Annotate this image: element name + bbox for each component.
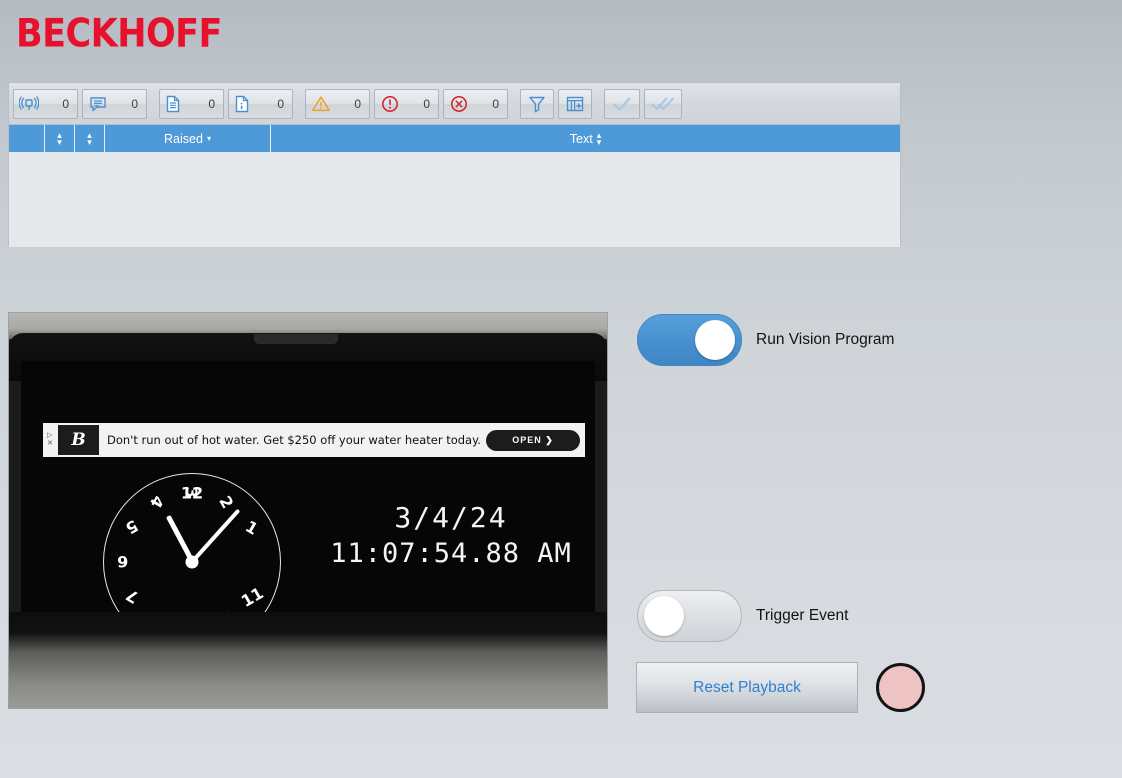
beckhoff-logo: BECKHOFF bbox=[16, 10, 222, 57]
toolbar-count: 0 bbox=[131, 96, 138, 111]
sort-desc-icon: ▾ bbox=[206, 134, 211, 143]
ad-controls-icon: ▷ ✕ bbox=[47, 432, 53, 447]
toolbar-button-filter[interactable] bbox=[520, 88, 554, 119]
toolbar-button-errors[interactable]: 0 bbox=[374, 88, 439, 119]
trigger-event-control: Trigger Event bbox=[637, 590, 848, 642]
vision-image-view[interactable]: ▷ ✕ B Don't run out of hot water. Get $25… bbox=[8, 312, 608, 709]
clock-center-hub bbox=[185, 555, 199, 569]
toggle-knob bbox=[644, 596, 684, 636]
message-bubble-icon bbox=[88, 95, 108, 113]
toolbar-count: 0 bbox=[423, 96, 430, 111]
ad-text: Don't run out of hot water. Get $250 off… bbox=[107, 433, 481, 447]
grid-column-sort-1[interactable]: ▴ ▾ bbox=[45, 125, 75, 152]
broadcast-icon bbox=[19, 95, 39, 113]
surface-background bbox=[9, 612, 607, 708]
ad-banner[interactable]: ▷ ✕ B Don't run out of hot water. Get $25… bbox=[43, 423, 585, 457]
toggle-knob bbox=[695, 320, 735, 360]
grid-column-text[interactable]: Text ▴ ▾ bbox=[271, 125, 900, 152]
event-toolbar: 0 0 0 0 0 0 0 bbox=[9, 83, 900, 125]
table-add-icon bbox=[565, 94, 585, 114]
toolbar-count: 0 bbox=[208, 96, 215, 111]
toolbar-button-documents[interactable]: 0 bbox=[159, 88, 224, 119]
trigger-event-label: Trigger Event bbox=[756, 607, 849, 624]
toolbar-button-messages[interactable]: 0 bbox=[82, 88, 147, 119]
reset-playback-button[interactable]: Reset Playback bbox=[636, 662, 858, 713]
grid-column-blank[interactable] bbox=[9, 125, 45, 152]
document-icon bbox=[165, 95, 181, 113]
reset-playback-control: Reset Playback bbox=[636, 662, 925, 713]
status-indicator-lamp bbox=[876, 663, 925, 712]
digital-time: 11:07:54.88 AM bbox=[330, 538, 572, 569]
run-vision-control: Run Vision Program bbox=[637, 314, 894, 366]
trigger-event-toggle[interactable] bbox=[637, 590, 742, 642]
sort-updown-icon: ▴ ▾ bbox=[87, 129, 92, 147]
event-grid-panel: 0 0 0 0 0 0 0 ▴ ▾ ▴ ▾ Raised ▾ Text ▴ ▾ bbox=[8, 82, 901, 247]
ad-open-button[interactable]: OPEN ❯ bbox=[486, 429, 580, 451]
toolbar-button-confirm[interactable] bbox=[604, 88, 640, 119]
check-icon bbox=[611, 94, 633, 114]
warning-triangle-icon bbox=[311, 95, 331, 113]
clock-minute-hand bbox=[190, 508, 241, 564]
toolbar-count: 0 bbox=[354, 96, 361, 111]
toolbar-button-add-column[interactable] bbox=[558, 88, 592, 119]
toolbar-button-info[interactable]: 0 bbox=[228, 88, 293, 119]
critical-x-circle-icon bbox=[449, 95, 469, 113]
toolbar-button-critical[interactable]: 0 bbox=[443, 88, 508, 119]
sort-updown-icon: ▴ ▾ bbox=[596, 129, 602, 147]
grid-column-label: Raised bbox=[164, 131, 203, 146]
grid-header-row: ▴ ▾ ▴ ▾ Raised ▾ Text ▴ ▾ bbox=[9, 125, 900, 152]
digital-clock: 3/4/24 11:07:54.88 AM bbox=[311, 501, 591, 569]
toolbar-count: 0 bbox=[277, 96, 284, 111]
toolbar-button-confirm-all[interactable] bbox=[644, 88, 682, 119]
grid-body-empty[interactable] bbox=[9, 152, 900, 247]
sort-updown-icon: ▴ ▾ bbox=[57, 129, 62, 147]
grid-column-label: Text bbox=[569, 131, 593, 146]
error-circle-icon bbox=[380, 95, 400, 113]
ad-badge-icon: B bbox=[58, 425, 99, 455]
toolbar-button-warnings[interactable]: 0 bbox=[305, 88, 370, 119]
digital-date: 3/4/24 bbox=[394, 501, 508, 534]
run-vision-label: Run Vision Program bbox=[756, 331, 895, 348]
double-check-icon bbox=[651, 94, 675, 114]
toolbar-button-alarms-broadcast[interactable]: 0 bbox=[13, 88, 78, 119]
tablet-notch bbox=[254, 334, 339, 344]
camera-scene: ▷ ✕ B Don't run out of hot water. Get $25… bbox=[9, 313, 607, 708]
grid-column-raised[interactable]: Raised ▾ bbox=[105, 125, 271, 152]
grid-column-sort-2[interactable]: ▴ ▾ bbox=[75, 125, 105, 152]
filter-funnel-icon bbox=[527, 94, 547, 114]
run-vision-toggle[interactable] bbox=[637, 314, 742, 366]
toolbar-count: 0 bbox=[62, 96, 69, 111]
info-document-icon bbox=[234, 95, 250, 113]
toolbar-count: 0 bbox=[492, 96, 499, 111]
tablet-screen: ▷ ✕ B Don't run out of hot water. Get $25… bbox=[21, 361, 595, 659]
